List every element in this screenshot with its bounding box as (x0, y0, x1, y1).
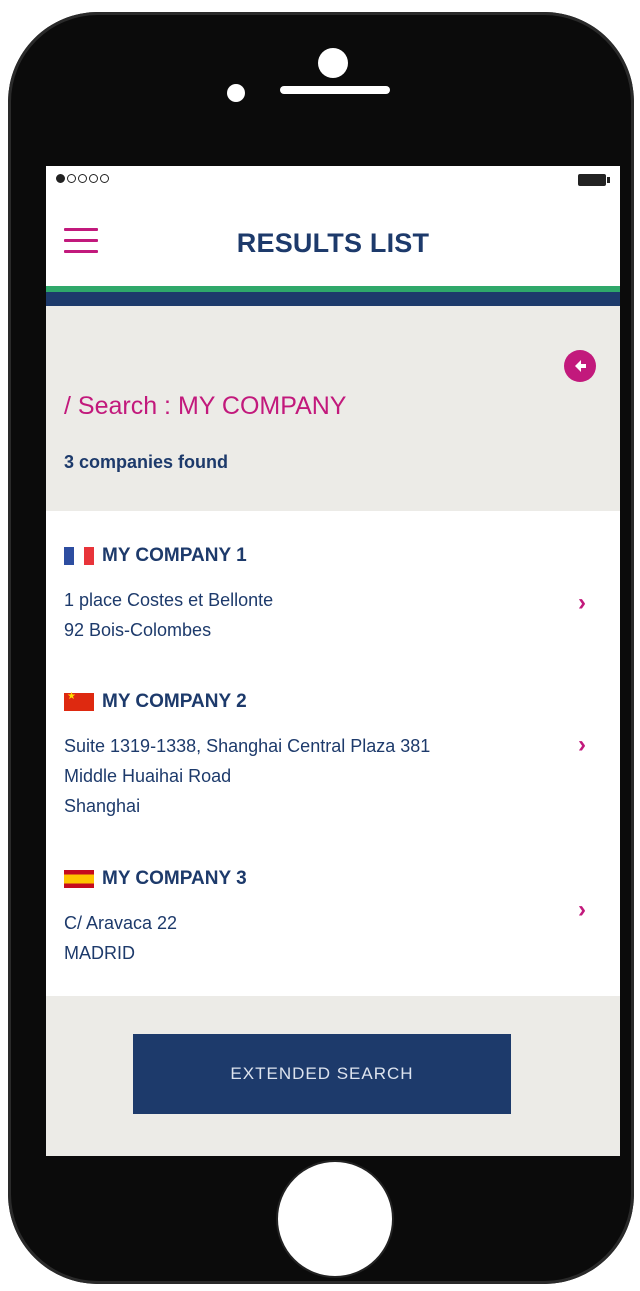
address-line: MADRID (64, 943, 135, 963)
front-camera (318, 48, 348, 78)
earpiece-speaker (280, 86, 390, 94)
back-arrow-icon[interactable] (564, 350, 596, 382)
page-title: RESULTS LIST (236, 228, 430, 258)
results-count: 3 companies found (64, 452, 229, 472)
result-title: MY COMPANY 2 (64, 691, 247, 713)
app-screen: RESULTS LIST / Search : MY COMPANY 3 com… (46, 166, 620, 1156)
app-header: RESULTS LIST (46, 196, 620, 286)
company-address: Suite 1319-1338, Shanghai Central Plaza … (64, 731, 430, 821)
company-name: MY COMPANY 1 (102, 545, 247, 566)
address-line: Shanghai (64, 796, 141, 816)
phone-frame: RESULTS LIST / Search : MY COMPANY 3 com… (8, 12, 634, 1284)
company-address: C/ Aravaca 22 MADRID (64, 908, 177, 968)
address-line: Middle Huaihai Road (64, 766, 232, 786)
result-title: MY COMPANY 3 (64, 868, 247, 890)
company-name: MY COMPANY 2 (102, 691, 247, 712)
results-list: MY COMPANY 1 1 place Costes et Bellonte … (46, 511, 620, 996)
battery-icon (578, 174, 610, 186)
address-line: 92 Bois-Colombes (64, 620, 212, 640)
chevron-right-icon[interactable]: › (578, 896, 586, 924)
france-flag-icon (64, 547, 94, 565)
search-query-title: / Search : MY COMPANY (64, 392, 347, 420)
result-item-company-1[interactable]: MY COMPANY 1 1 place Costes et Bellonte … (46, 545, 620, 655)
company-name: MY COMPANY 3 (102, 868, 247, 889)
result-title: MY COMPANY 1 (64, 545, 247, 567)
chevron-right-icon[interactable]: › (578, 589, 586, 617)
extended-search-button[interactable]: EXTENDED SEARCH (133, 1034, 511, 1114)
proximity-sensor (227, 84, 245, 102)
address-line: C/ Aravaca 22 (64, 913, 178, 933)
signal-strength-icon (56, 174, 109, 183)
result-item-company-2[interactable]: MY COMPANY 2 Suite 1319-1338, Shanghai C… (46, 691, 620, 831)
address-line: 1 place Costes et Bellonte (64, 590, 274, 610)
company-address: 1 place Costes et Bellonte 92 Bois-Colom… (64, 585, 273, 645)
spain-flag-icon (64, 870, 94, 888)
address-line: Suite 1319-1338, Shanghai Central Plaza … (64, 736, 431, 756)
home-button[interactable] (276, 1160, 394, 1278)
header-divider-navy (46, 292, 620, 306)
result-item-company-3[interactable]: MY COMPANY 3 C/ Aravaca 22 MADRID › (46, 868, 620, 978)
china-flag-icon (64, 691, 94, 711)
status-bar (46, 166, 620, 196)
chevron-right-icon[interactable]: › (578, 731, 586, 759)
footer-area: EXTENDED SEARCH (46, 996, 620, 1156)
search-summary-panel: / Search : MY COMPANY 3 companies found (46, 306, 620, 511)
